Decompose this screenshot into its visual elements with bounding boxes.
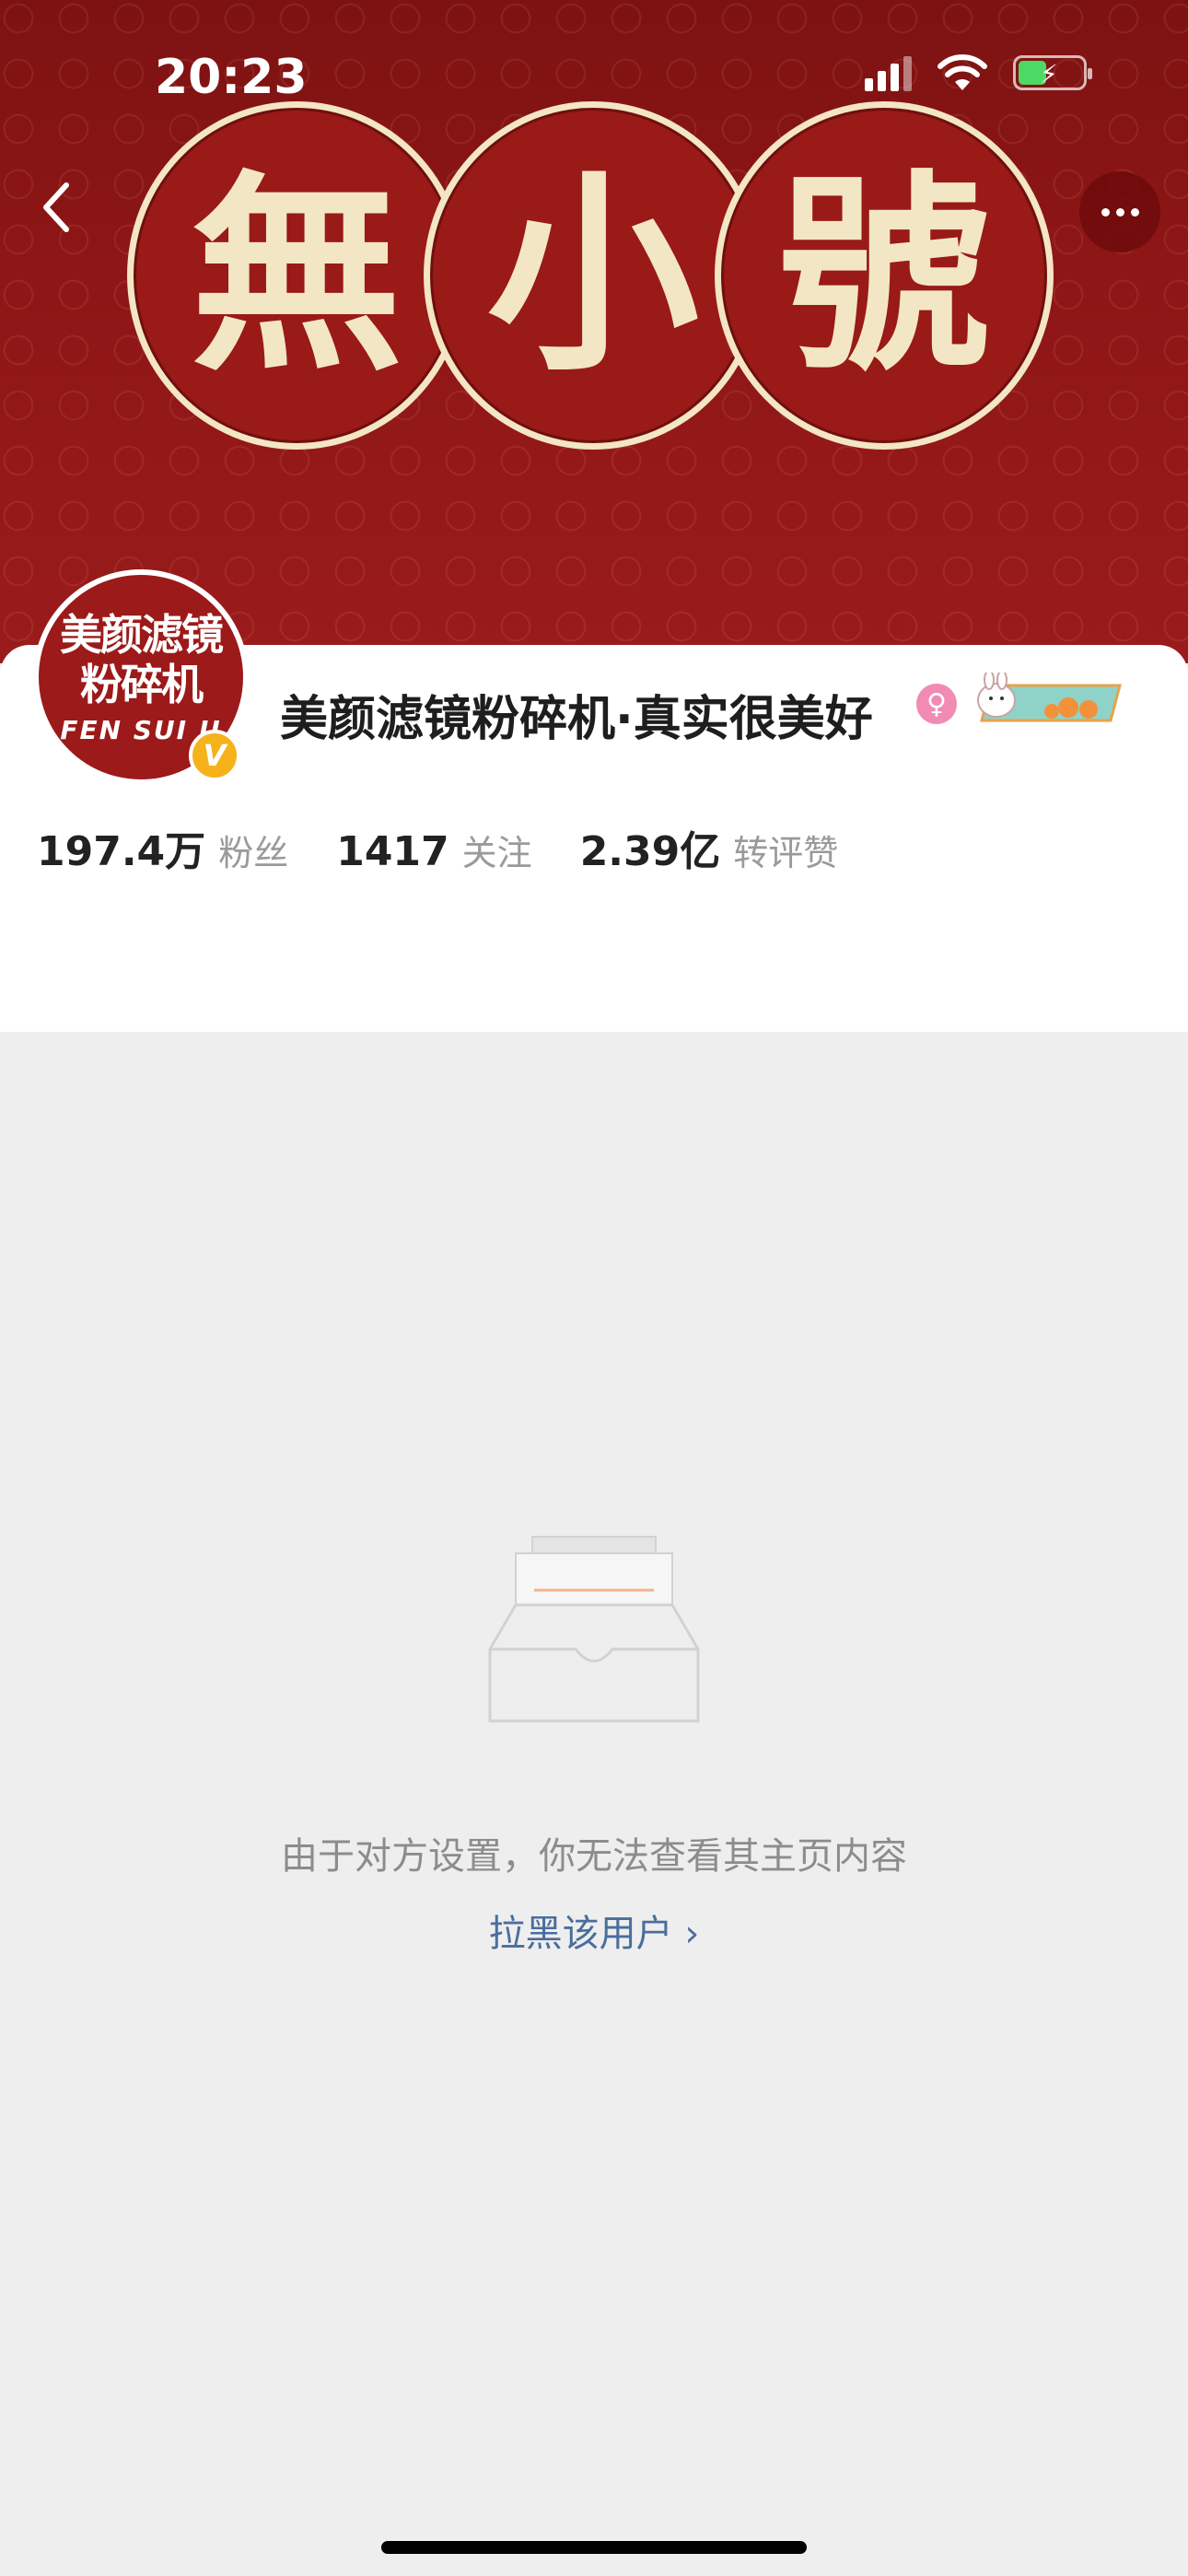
back-button[interactable]	[28, 175, 83, 240]
female-gender-icon: ♀	[916, 684, 957, 724]
more-button[interactable]	[1079, 171, 1160, 252]
home-indicator[interactable]	[381, 2541, 807, 2554]
engagement-count: 2.39亿	[579, 828, 721, 875]
banner-seal-3: 號	[715, 101, 1054, 450]
empty-inbox-icon	[488, 1536, 700, 1723]
profile-name: 美颜滤镜粉碎机·真实很美好	[280, 692, 873, 747]
block-user-link[interactable]: 拉黑该用户 ›	[0, 1903, 1188, 1957]
verified-badge-icon: V	[189, 730, 240, 781]
engagement-label: 转评赞	[733, 833, 839, 873]
profile-stats: 197.4万 粉丝 1417 关注 2.39亿 转评赞	[37, 818, 886, 877]
following-count[interactable]: 1417	[336, 828, 448, 875]
empty-state-message: 由于对方设置，你无法查看其主页内容	[281, 1835, 907, 1878]
member-medal-icon[interactable]	[973, 673, 1124, 726]
status-icons: ⚡	[865, 53, 1092, 92]
followers-label[interactable]: 粉丝	[218, 825, 288, 875]
status-time: 20:23	[155, 50, 308, 105]
cellular-signal-icon	[865, 54, 912, 91]
banner-seal-2: 小	[424, 101, 763, 450]
more-dots-icon	[1101, 207, 1110, 217]
following-label[interactable]: 关注	[462, 825, 532, 875]
followers-count[interactable]: 197.4万	[37, 818, 205, 877]
avatar-text-line-2: 粉碎机	[80, 659, 204, 709]
avatar-text-line-1: 美颜滤镜	[60, 609, 224, 660]
chevron-left-icon	[43, 182, 69, 232]
wifi-icon	[938, 54, 987, 90]
banner-seal-1: 無	[127, 101, 466, 450]
battery-icon: ⚡	[1013, 55, 1092, 90]
